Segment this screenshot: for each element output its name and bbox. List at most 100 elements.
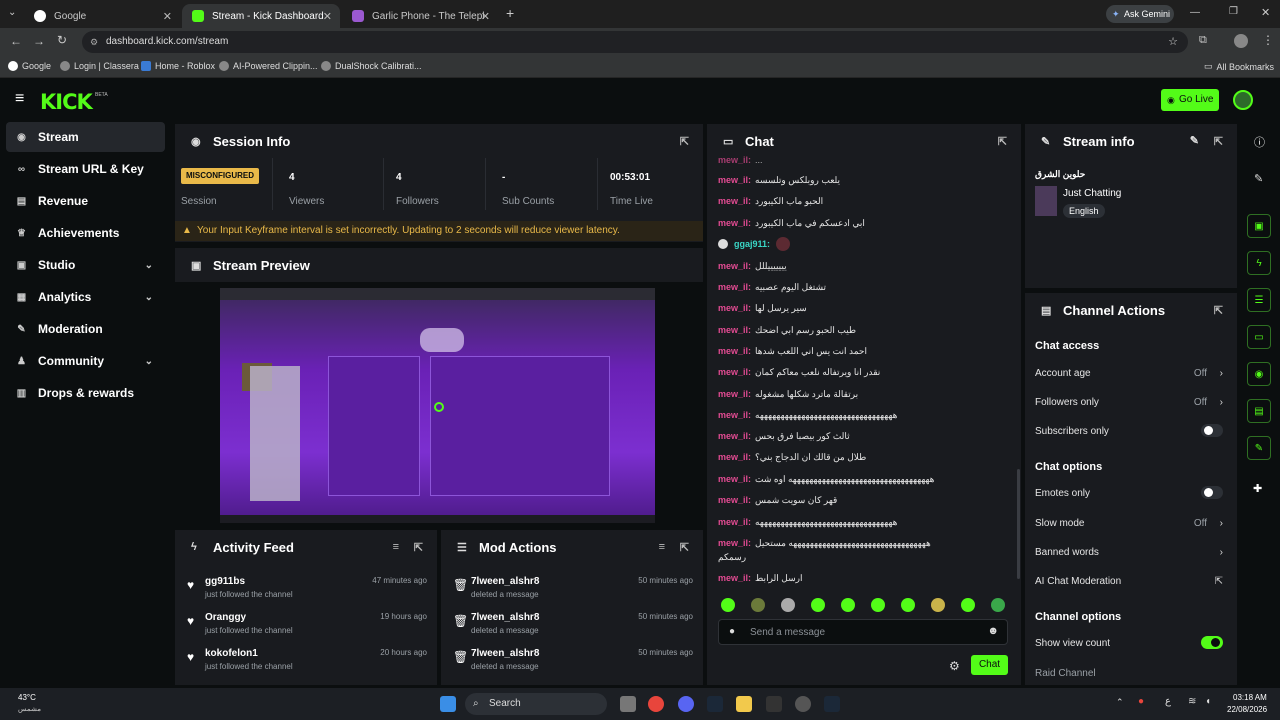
kick-logo[interactable]: KICK (40, 90, 93, 114)
emote-icon[interactable] (991, 598, 1005, 612)
ask-gemini-button[interactable]: ✦ Ask Gemini (1106, 5, 1174, 23)
chat-settings-badge-icon[interactable]: ● (729, 626, 735, 637)
activity-user[interactable]: Oranggy (205, 612, 246, 623)
rail-stream-info-button[interactable]: ✎ (1247, 436, 1271, 460)
chat-username[interactable]: mew_il: (718, 410, 751, 420)
info-icon[interactable]: ⓘ (1254, 134, 1265, 150)
ai-chat-moderation-row[interactable]: AI Chat Moderation ⇱ (1035, 576, 1225, 587)
mod-user[interactable]: 7lween_alshr8 (471, 648, 539, 659)
chat-username[interactable]: mew_il: (718, 218, 751, 228)
popout-icon[interactable]: ⇱ (1214, 304, 1223, 317)
chat-username[interactable]: mew_il: (718, 346, 751, 356)
bookmark-roblox[interactable]: Home - Roblox (141, 61, 215, 71)
sidebar-item-stream[interactable]: ◉ Stream (6, 122, 165, 152)
chat-username[interactable]: mew_il: (718, 573, 751, 583)
add-widget-icon[interactable]: ✚ (1253, 482, 1262, 495)
rail-mod-actions-button[interactable]: ☰ (1247, 288, 1271, 312)
discord-icon[interactable] (678, 696, 694, 712)
emote-icon[interactable] (811, 598, 825, 612)
tab-garlic-phone[interactable]: Garlic Phone - The Telephone C ✕ (342, 4, 498, 28)
chat-username[interactable]: mew_il: (718, 325, 751, 335)
edit-pencil-icon[interactable]: ✎ (1254, 172, 1263, 185)
weather-temp[interactable]: 43°C (18, 693, 36, 702)
tab-kick-dashboard[interactable]: Stream - Kick Dashboard ✕ (182, 4, 340, 28)
emotes-only-toggle[interactable] (1201, 486, 1223, 499)
site-info-icon[interactable]: ⚙ (90, 31, 98, 53)
go-live-button[interactable]: ◉ Go Live (1161, 89, 1219, 111)
obs-icon[interactable] (795, 696, 811, 712)
chat-username[interactable]: mew_il: (718, 474, 751, 484)
popout-icon[interactable]: ⇱ (680, 541, 689, 554)
raid-channel-row[interactable]: Raid Channel (1035, 668, 1225, 679)
account-age-row[interactable]: Account age Off › (1035, 368, 1225, 379)
subscribers-only-toggle[interactable] (1201, 424, 1223, 437)
gear-icon[interactable]: ⚙ (949, 659, 960, 673)
app-icon[interactable] (766, 696, 782, 712)
chat-scrollbar[interactable] (1017, 469, 1020, 579)
close-icon[interactable]: ✕ (163, 10, 172, 23)
bookmark-classera[interactable]: Login | Classera (60, 61, 139, 71)
mod-user[interactable]: 7lween_alshr8 (471, 612, 539, 623)
volume-icon[interactable]: ◖ (1205, 696, 1211, 707)
emote-icon[interactable] (931, 598, 945, 612)
reload-icon[interactable]: ↻ (57, 33, 67, 47)
user-avatar[interactable] (1233, 90, 1253, 110)
emote-icon[interactable] (721, 598, 735, 612)
sidebar-item-moderation[interactable]: ✎ Moderation (6, 314, 165, 344)
chat-username[interactable]: mew_il: (718, 261, 751, 271)
maximize-icon[interactable]: ❐ (1229, 6, 1238, 17)
extensions-icon[interactable]: ⧉ (1199, 34, 1207, 47)
hamburger-menu-icon[interactable]: ≡ (15, 90, 24, 108)
forward-icon[interactable]: → (33, 34, 45, 48)
emote-icon[interactable] (841, 598, 855, 612)
windows-start-icon[interactable] (440, 696, 456, 712)
tray-chevron-icon[interactable]: ⌃ (1116, 697, 1124, 708)
microphone-icon[interactable]: ● (1138, 696, 1144, 707)
banned-words-row[interactable]: Banned words › (1035, 547, 1225, 558)
sidebar-item-stream-url-key[interactable]: ∞ Stream URL & Key (6, 154, 165, 184)
emote-icon[interactable] (781, 598, 795, 612)
window-close-icon[interactable]: ✕ (1261, 6, 1270, 19)
chat-username[interactable]: mew_il: (718, 155, 751, 165)
chat-username[interactable]: mew_il: (718, 282, 751, 292)
chat-username[interactable]: mew_il: (718, 452, 751, 462)
browser-menu-icon[interactable]: ⋮ (1262, 33, 1274, 47)
sidebar-item-revenue[interactable]: ▤ Revenue (6, 186, 165, 216)
minimize-icon[interactable]: — (1190, 7, 1200, 18)
chat-username[interactable]: mew_il: (718, 431, 751, 441)
chat-username[interactable]: mew_il: (718, 303, 751, 313)
emote-icon[interactable] (751, 598, 765, 612)
profile-avatar[interactable] (1234, 34, 1248, 48)
clock-date[interactable]: 22/08/2026 (1227, 705, 1267, 714)
file-explorer-icon[interactable] (736, 696, 752, 712)
rail-session-button[interactable]: ▣ (1247, 214, 1271, 238)
task-view-icon[interactable] (620, 696, 636, 712)
clock-time[interactable]: 03:18 AM (1233, 693, 1267, 702)
close-icon[interactable]: ✕ (481, 10, 490, 23)
activity-user[interactable]: gg911bs (205, 576, 245, 587)
followers-only-row[interactable]: Followers only Off › (1035, 397, 1225, 408)
chat-username[interactable]: ggaj911: (734, 239, 770, 249)
popout-icon[interactable]: ⇱ (680, 135, 689, 148)
steam-icon[interactable] (824, 696, 840, 712)
category-name[interactable]: Just Chatting (1063, 188, 1121, 199)
chat-username[interactable]: mew_il: (718, 389, 751, 399)
sidebar-item-achievements[interactable]: ♕ Achievements (6, 218, 165, 248)
emote-icon[interactable] (871, 598, 885, 612)
send-chat-button[interactable]: Chat (971, 655, 1008, 675)
all-bookmarks[interactable]: ▭ All Bookmarks (1204, 61, 1274, 72)
rail-stream-button[interactable]: ◉ (1247, 362, 1271, 386)
show-view-count-toggle[interactable] (1201, 636, 1223, 649)
bookmark-star-icon[interactable]: ☆ (1168, 31, 1178, 53)
popout-icon[interactable]: ⇱ (1214, 135, 1223, 148)
rail-chat-button[interactable]: ▭ (1247, 325, 1271, 349)
mod-user[interactable]: 7lween_alshr8 (471, 576, 539, 587)
chat-username[interactable]: mew_il: (718, 517, 751, 527)
close-icon[interactable]: ✕ (323, 10, 332, 23)
sidebar-item-studio[interactable]: ▣ Studio ⌄ (6, 250, 165, 280)
chat-username[interactable]: mew_il: (718, 495, 751, 505)
emoji-picker-icon[interactable]: ☻ (987, 625, 999, 637)
bookmark-google[interactable]: Google (8, 61, 51, 71)
taskbar-search[interactable]: ⌕ Search (465, 693, 607, 715)
steam-icon[interactable] (707, 696, 723, 712)
